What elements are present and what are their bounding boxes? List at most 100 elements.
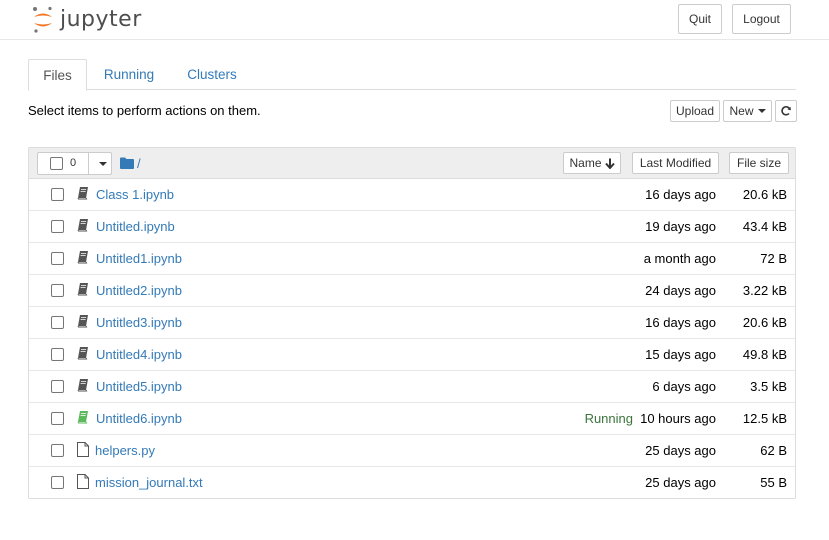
- sort-file-size-button[interactable]: File size: [729, 152, 789, 174]
- new-label: New: [729, 104, 754, 118]
- file-checkbox[interactable]: [51, 444, 64, 457]
- file-row[interactable]: mission_journal.txt 25 days ago 55 B: [29, 467, 795, 499]
- selection-hint: Select items to perform actions on them.: [28, 103, 261, 118]
- caret-down-icon: [757, 109, 766, 113]
- file-type-icon: [77, 474, 89, 492]
- file-size: 49.8 kB: [742, 347, 787, 362]
- file-list: 0 / Name Last Modified File size Class 1…: [28, 147, 796, 499]
- file-row[interactable]: Untitled.ipynb 19 days ago 43.4 kB: [29, 211, 795, 243]
- file-name-link[interactable]: Untitled2.ipynb: [96, 283, 182, 298]
- file-type-icon: [77, 378, 89, 395]
- file-name-link[interactable]: mission_journal.txt: [95, 475, 203, 490]
- file-size: 62 B: [760, 443, 787, 458]
- notebook-icon: [77, 315, 88, 328]
- file-icon: [77, 474, 89, 489]
- file-name-link[interactable]: Untitled4.ipynb: [96, 347, 182, 362]
- file-size: 20.6 kB: [742, 187, 787, 202]
- file-checkbox[interactable]: [51, 348, 64, 361]
- file-checkbox[interactable]: [51, 252, 64, 265]
- file-type-icon: [77, 410, 89, 427]
- notebook-icon: [77, 379, 88, 392]
- header: jupyter Quit Logout: [0, 0, 829, 40]
- jupyter-logo-icon: [33, 6, 52, 33]
- jupyter-logo[interactable]: jupyter: [32, 5, 142, 35]
- file-icon: [77, 442, 89, 457]
- file-row[interactable]: Untitled3.ipynb 16 days ago 20.6 kB: [29, 307, 795, 339]
- file-checkbox[interactable]: [51, 284, 64, 297]
- select-divider: [88, 153, 89, 174]
- file-size: 3.5 kB: [750, 379, 787, 394]
- folder-icon[interactable]: [120, 157, 134, 169]
- select-caret-down-icon[interactable]: [99, 162, 107, 166]
- tab-files[interactable]: Files: [28, 59, 87, 91]
- refresh-button[interactable]: [775, 100, 797, 122]
- file-type-icon: [77, 314, 89, 331]
- logout-button[interactable]: Logout: [732, 4, 791, 34]
- arrow-down-icon: [604, 158, 615, 169]
- file-checkbox[interactable]: [51, 220, 64, 233]
- tab-clusters[interactable]: Clusters: [174, 59, 250, 90]
- notebook-icon: [77, 283, 88, 296]
- file-name-link[interactable]: Class 1.ipynb: [96, 187, 174, 202]
- logo-text: jupyter: [60, 6, 142, 32]
- file-checkbox[interactable]: [51, 412, 64, 425]
- notebook-icon: [77, 187, 88, 200]
- sort-name-button[interactable]: Name: [563, 152, 621, 174]
- running-status: Running: [584, 411, 633, 426]
- file-type-icon: [77, 250, 89, 267]
- file-row[interactable]: Untitled4.ipynb 15 days ago 49.8 kB: [29, 339, 795, 371]
- new-dropdown-button[interactable]: New: [723, 100, 772, 122]
- file-name-link[interactable]: Untitled.ipynb: [96, 219, 175, 234]
- file-checkbox[interactable]: [51, 316, 64, 329]
- file-size: 20.6 kB: [742, 315, 787, 330]
- file-last-modified: 24 days ago: [645, 283, 716, 298]
- quit-button[interactable]: Quit: [678, 4, 722, 34]
- sort-name-label: Name: [569, 156, 602, 170]
- file-last-modified: 15 days ago: [645, 347, 716, 362]
- file-type-icon: [77, 442, 89, 460]
- sort-last-modified-button[interactable]: Last Modified: [632, 152, 719, 174]
- upload-button[interactable]: Upload: [670, 100, 720, 122]
- file-type-icon: [77, 218, 89, 235]
- selected-count: 0: [70, 157, 77, 169]
- refresh-icon: [781, 106, 791, 116]
- notebook-icon: [77, 411, 88, 424]
- file-name-link[interactable]: Untitled1.ipynb: [96, 251, 182, 266]
- file-checkbox[interactable]: [51, 188, 64, 201]
- file-row[interactable]: Untitled1.ipynb a month ago 72 B: [29, 243, 795, 275]
- tab-running[interactable]: Running: [91, 59, 167, 90]
- file-size: 72 B: [760, 251, 787, 266]
- file-row[interactable]: Untitled5.ipynb 6 days ago 3.5 kB: [29, 371, 795, 403]
- select-all-control[interactable]: 0: [37, 152, 112, 175]
- file-list-header: 0 / Name Last Modified File size: [29, 148, 795, 179]
- notebook-icon: [77, 219, 88, 232]
- file-type-icon: [77, 282, 89, 299]
- file-row[interactable]: helpers.py 25 days ago 62 B: [29, 435, 795, 467]
- file-row[interactable]: Untitled6.ipynb Running 10 hours ago 12.5 k…: [29, 403, 795, 435]
- file-name-link[interactable]: Untitled6.ipynb: [96, 411, 182, 426]
- notebook-icon: [77, 347, 88, 360]
- file-last-modified: 25 days ago: [645, 475, 716, 490]
- current-path[interactable]: /: [137, 156, 141, 171]
- file-type-icon: [77, 346, 89, 363]
- file-last-modified: 10 hours ago: [640, 411, 716, 426]
- file-checkbox[interactable]: [51, 380, 64, 393]
- file-name-link[interactable]: helpers.py: [95, 443, 155, 458]
- file-last-modified: 16 days ago: [645, 315, 716, 330]
- file-last-modified: a month ago: [643, 251, 716, 266]
- file-type-icon: [77, 186, 89, 203]
- file-last-modified: 25 days ago: [645, 443, 716, 458]
- file-row[interactable]: Untitled2.ipynb 24 days ago 3.22 kB: [29, 275, 795, 307]
- select-all-checkbox[interactable]: [50, 157, 63, 170]
- file-last-modified: 16 days ago: [645, 187, 716, 202]
- notebook-icon: [77, 251, 88, 264]
- tab-bar: Files Running Clusters: [28, 59, 796, 91]
- file-checkbox[interactable]: [51, 476, 64, 489]
- file-last-modified: 19 days ago: [645, 219, 716, 234]
- file-size: 43.4 kB: [742, 219, 787, 234]
- file-size: 12.5 kB: [742, 411, 787, 426]
- file-name-link[interactable]: Untitled5.ipynb: [96, 379, 182, 394]
- file-name-link[interactable]: Untitled3.ipynb: [96, 315, 182, 330]
- file-row[interactable]: Class 1.ipynb 16 days ago 20.6 kB: [29, 179, 795, 211]
- file-size: 3.22 kB: [742, 283, 787, 298]
